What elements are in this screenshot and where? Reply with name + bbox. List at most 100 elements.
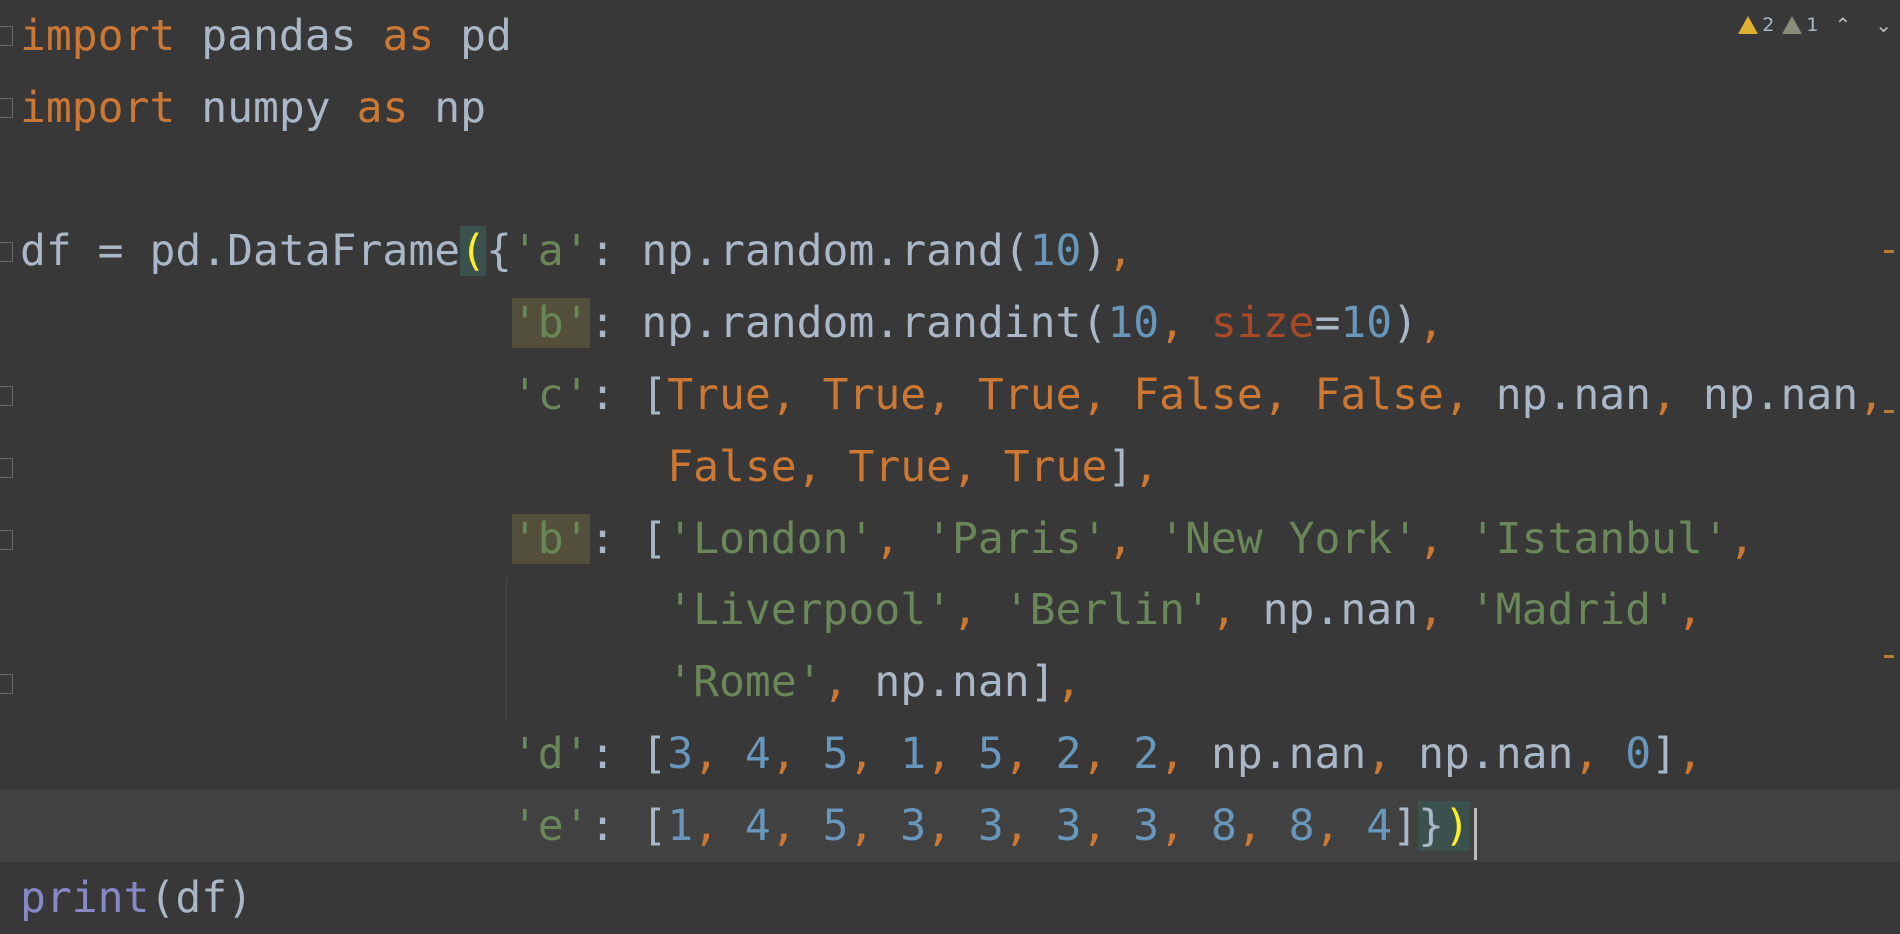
inspection-widget[interactable]: 2 1 ⌃ ⌄ bbox=[1738, 10, 1900, 40]
token-plain: ] bbox=[1107, 441, 1134, 492]
token-plain: ) bbox=[1392, 298, 1419, 349]
token-plain: : np.random.rand( bbox=[589, 226, 1030, 277]
token-comma: , bbox=[1366, 729, 1419, 779]
code-editor[interactable]: import pandas as pd import numpy as np df … bbox=[0, 0, 1900, 932]
code-line[interactable]: 'Rome', np.nan], bbox=[0, 646, 1900, 718]
code-line[interactable]: 'c': [True, True, True, False, False, np… bbox=[0, 359, 1900, 431]
token-num: 0 bbox=[1625, 729, 1652, 779]
token-plain: = bbox=[1314, 298, 1341, 349]
code-line[interactable]: 'b': ['London', 'Paris', 'New York', 'Is… bbox=[0, 503, 1900, 575]
code-line[interactable]: df = pd.DataFrame({'a': np.random.rand(1… bbox=[0, 215, 1900, 287]
token-kw: as bbox=[382, 11, 435, 61]
token-comma: , bbox=[926, 729, 978, 779]
token-kw: as bbox=[356, 82, 409, 133]
token-str: 'b' bbox=[511, 298, 590, 349]
token-str: 'Rome' bbox=[667, 657, 823, 708]
chevron-down-icon[interactable]: ⌄ bbox=[1867, 13, 1900, 37]
token-num: 10 bbox=[1340, 298, 1393, 349]
token-num: 3 bbox=[977, 800, 1004, 851]
code-line[interactable]: 'd': [3, 4, 5, 1, 5, 2, 2, np.nan, np.na… bbox=[0, 718, 1900, 790]
token-comma: , bbox=[1055, 657, 1082, 708]
code-text: print(df) bbox=[20, 862, 253, 934]
token-str: 'a' bbox=[511, 226, 590, 277]
token-str: 'e' bbox=[511, 800, 590, 851]
code-text: 'Rome', np.nan], bbox=[20, 646, 1081, 718]
token-plain: : [ bbox=[589, 370, 668, 420]
token-comma: , bbox=[1418, 513, 1470, 564]
token-comma: , bbox=[693, 800, 745, 851]
token-comma: , bbox=[1651, 370, 1703, 420]
token-kw: True bbox=[667, 370, 771, 420]
text-caret bbox=[1474, 808, 1477, 860]
token-plain: np.nan bbox=[1262, 585, 1419, 636]
token-str: 'Paris' bbox=[926, 513, 1108, 564]
code-line[interactable]: 'Liverpool', 'Berlin', np.nan, 'Madrid', bbox=[0, 574, 1900, 646]
code-text: False, True, True], bbox=[20, 431, 1159, 503]
token-str: 'Istanbul' bbox=[1469, 513, 1729, 564]
warnings-indicator[interactable]: 2 bbox=[1738, 14, 1774, 36]
token-num: 4 bbox=[744, 800, 771, 851]
token-num: 3 bbox=[1133, 800, 1160, 851]
token-kw: False bbox=[1133, 370, 1263, 420]
token-comma: , bbox=[1159, 729, 1211, 779]
code-text: df = pd.DataFrame({'a': np.random.rand(1… bbox=[20, 215, 1133, 287]
token-plain: : [ bbox=[589, 729, 668, 779]
token-comma: , bbox=[1081, 729, 1134, 779]
code-text: import numpy as np bbox=[20, 72, 486, 144]
token-comma: , bbox=[693, 729, 745, 779]
token-comma: , bbox=[1107, 226, 1134, 277]
weak-warning-icon bbox=[1782, 16, 1803, 34]
token-kw: import bbox=[20, 11, 176, 61]
token-comma: , bbox=[1159, 800, 1211, 851]
code-line[interactable]: import numpy as np bbox=[0, 72, 1900, 144]
token-num: 2 bbox=[1133, 729, 1160, 779]
code-line[interactable]: 'e': [1, 4, 5, 3, 3, 3, 3, 8, 8, 4]}) bbox=[0, 789, 1900, 862]
chevron-up-icon[interactable]: ⌃ bbox=[1826, 13, 1859, 37]
token-comma: , bbox=[1003, 800, 1056, 851]
token-str: 'Madrid' bbox=[1469, 585, 1677, 636]
token-comma: , bbox=[1107, 513, 1160, 564]
token-comma: , bbox=[1443, 370, 1496, 420]
token-str: 'London' bbox=[667, 513, 875, 564]
code-line[interactable] bbox=[0, 144, 1900, 216]
token-comma: , bbox=[770, 729, 823, 779]
token-num: 2 bbox=[1055, 729, 1082, 779]
token-comma: , bbox=[1418, 298, 1444, 349]
token-num: 3 bbox=[667, 729, 694, 779]
code-line[interactable]: print(df) bbox=[0, 862, 1900, 934]
token-num: 5 bbox=[822, 729, 849, 779]
token-comma: , bbox=[770, 800, 823, 851]
token-kw: True bbox=[848, 441, 953, 492]
token-num: 3 bbox=[1055, 800, 1082, 851]
token-str: 'b' bbox=[511, 513, 590, 564]
token-comma: , bbox=[1262, 370, 1315, 420]
token-kw: True bbox=[977, 370, 1082, 420]
token-comma: , bbox=[1573, 729, 1626, 779]
code-line[interactable]: import pandas as pd bbox=[0, 0, 1900, 72]
code-line[interactable]: False, True, True], bbox=[0, 431, 1900, 503]
token-comma: , bbox=[1728, 513, 1755, 564]
token-comma: , bbox=[1081, 370, 1134, 420]
token-plain: ) bbox=[1081, 226, 1108, 277]
token-plain: ] bbox=[1029, 657, 1056, 708]
token-plain: numpy bbox=[175, 82, 357, 133]
token-num: 1 bbox=[667, 800, 694, 851]
token-plain: (df) bbox=[149, 872, 254, 923]
token-comma: , bbox=[822, 657, 875, 708]
token-comma: , bbox=[952, 441, 1004, 492]
warning-icon bbox=[1738, 16, 1759, 34]
token-comma: , bbox=[1003, 729, 1056, 779]
token-plain: df = pd.DataFrame bbox=[20, 226, 461, 277]
token-brace: ) bbox=[1443, 800, 1470, 851]
token-num: 10 bbox=[1107, 298, 1160, 349]
token-plain: { bbox=[486, 226, 512, 277]
code-text: 'd': [3, 4, 5, 1, 5, 2, 2, np.nan, np.na… bbox=[20, 718, 1703, 790]
weak-warnings-indicator[interactable]: 1 bbox=[1782, 14, 1818, 36]
token-comma: , bbox=[1418, 585, 1470, 636]
token-num: 8 bbox=[1210, 800, 1237, 851]
code-line[interactable]: 'b': np.random.randint(10, size=10), bbox=[0, 287, 1900, 359]
